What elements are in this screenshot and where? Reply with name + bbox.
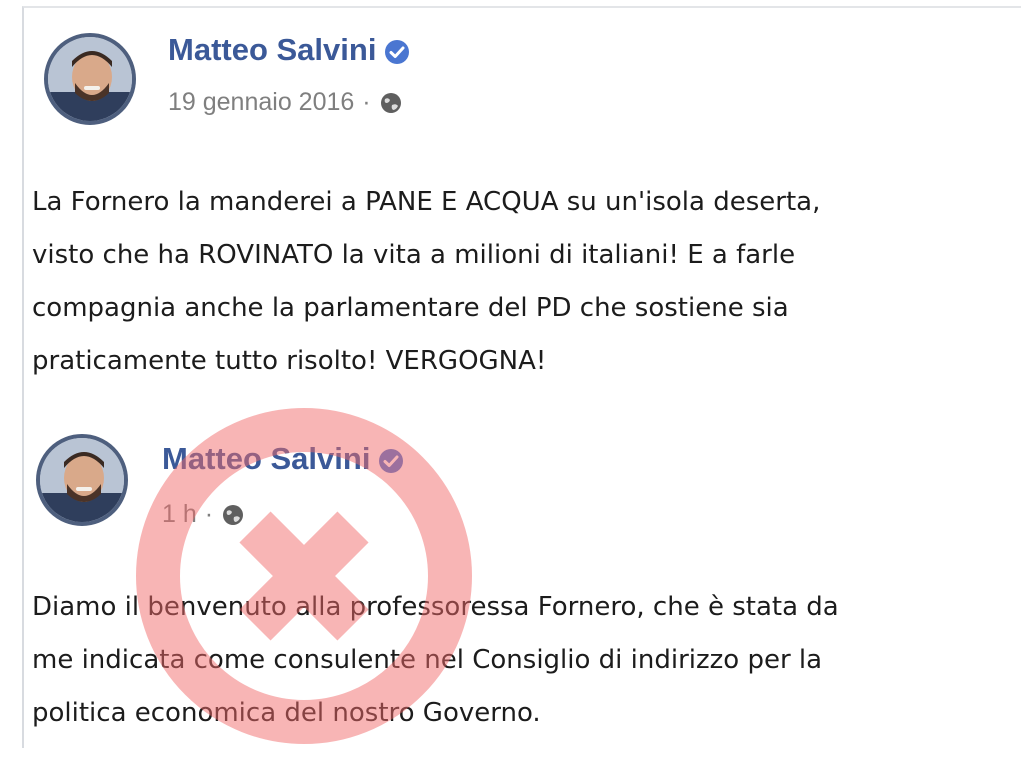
post-timestamp[interactable]: 1 h [162,500,197,529]
post-text-line: praticamente tutto risolto! VERGOGNA! [32,346,547,376]
meta-separator: · [204,500,214,528]
globe-icon[interactable] [221,503,245,527]
meta-separator: · [362,88,371,116]
author-name-text[interactable]: Matteo Salvini [162,441,370,477]
author-name-text[interactable]: Matteo Salvini [168,32,376,68]
globe-icon[interactable] [379,91,403,115]
verified-badge-icon [384,37,410,64]
post-meta: 19 gennaio 2016 · [168,88,403,117]
post-author-name[interactable]: Matteo Salvini [162,441,404,477]
author-avatar[interactable] [36,434,128,526]
post-text-line: La Fornero la manderei a PANE E ACQUA su… [32,187,821,217]
post-text-line: Diamo il benvenuto alla professoressa Fo… [32,592,839,622]
post-text-line: me indicata come consulente nel Consigli… [32,645,823,675]
post-author-name[interactable]: Matteo Salvini [168,32,410,68]
post-body: Diamo il benvenuto alla professoressa Fo… [32,581,839,740]
post-text-line: compagnia anche la parlamentare del PD c… [32,293,789,323]
author-avatar[interactable] [44,33,136,125]
post-body: La Fornero la manderei a PANE E ACQUA su… [32,176,820,388]
post-text-line: politica economica del nostro Governo. [32,698,541,728]
post-meta: 1 h · [162,500,245,529]
verified-badge-icon [378,446,404,473]
post-text-line: visto che ha ROVINATO la vita a milioni … [32,240,796,270]
post-timestamp[interactable]: 19 gennaio 2016 [168,88,354,117]
